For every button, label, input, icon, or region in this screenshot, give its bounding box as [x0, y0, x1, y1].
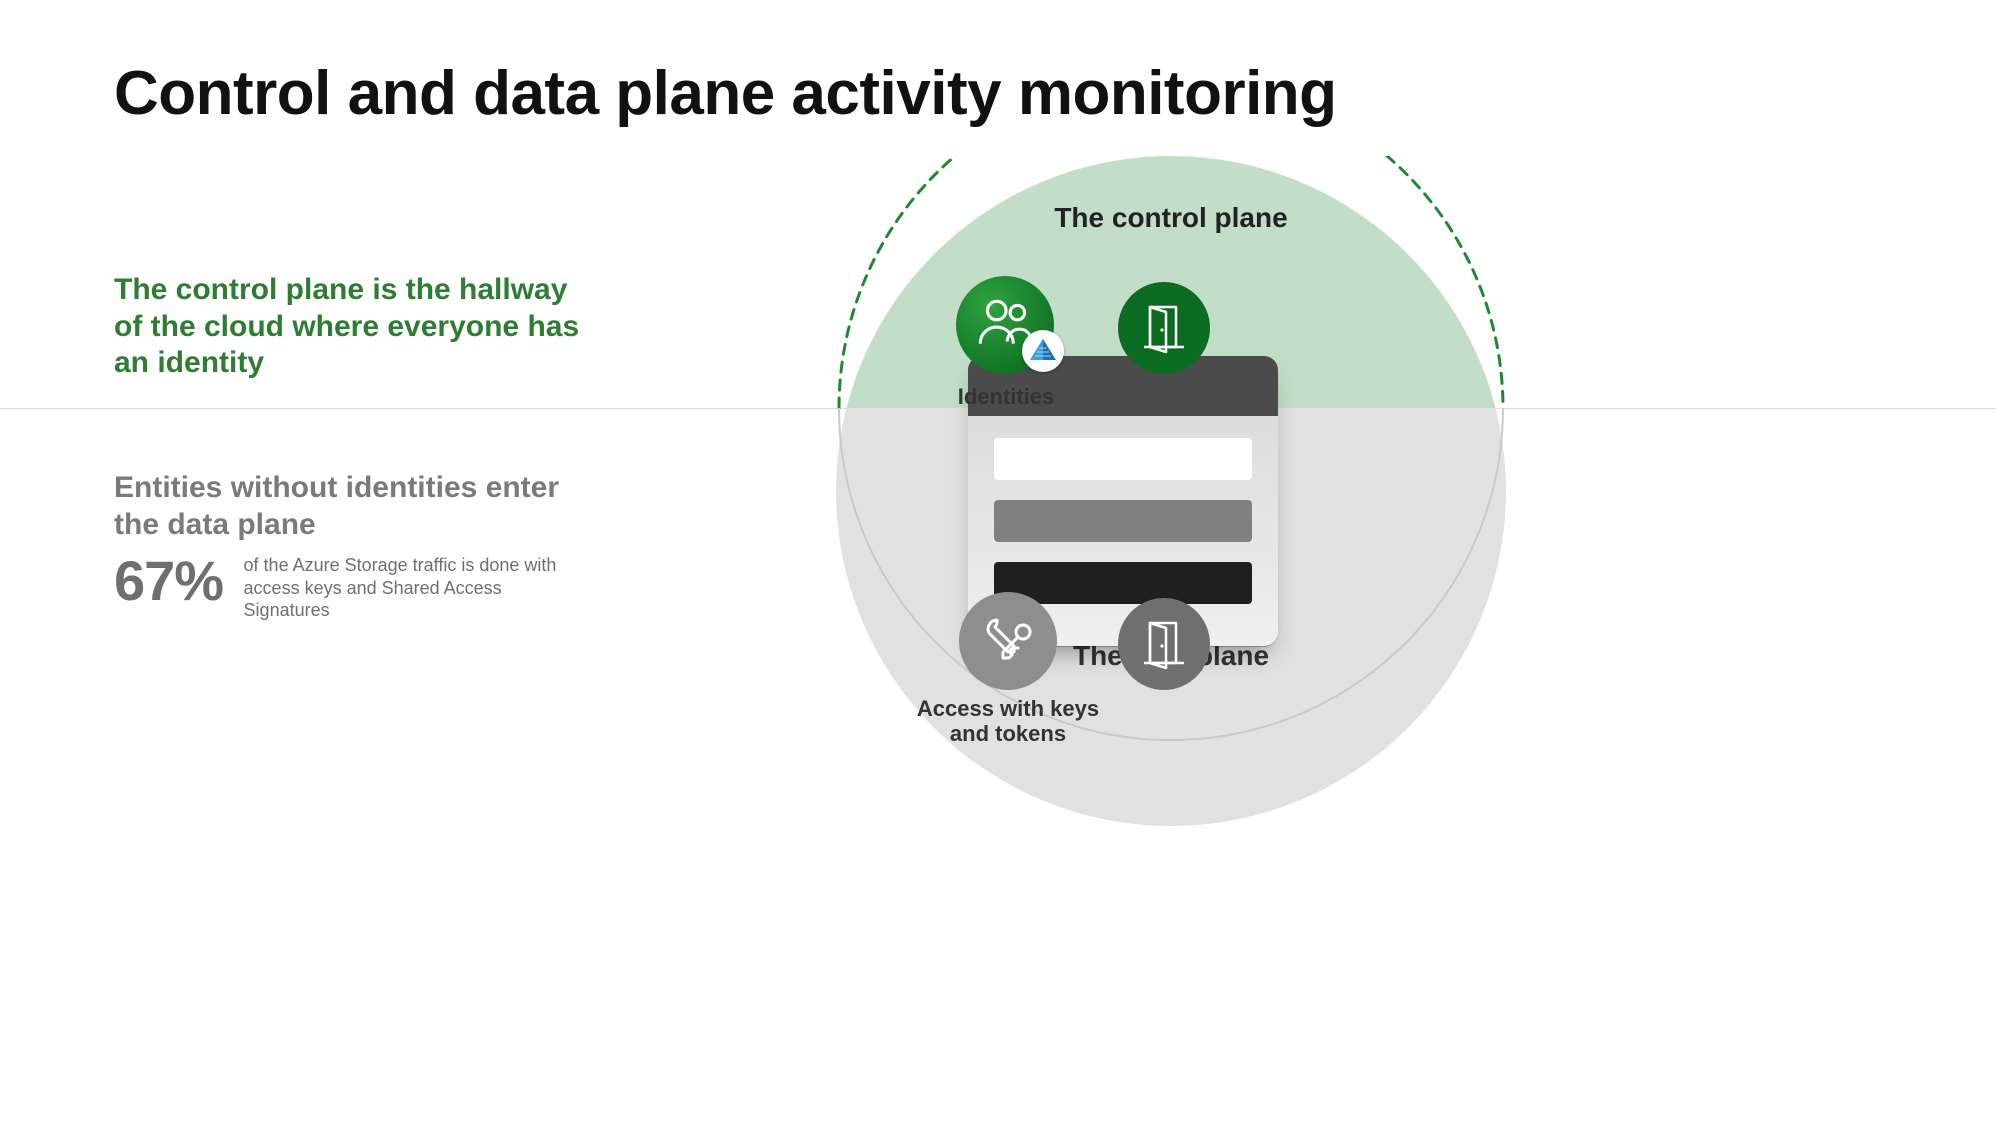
azure-ad-icon — [1022, 330, 1064, 372]
keys-label: Access with keys and tokens — [908, 696, 1108, 747]
resource-card-rows — [968, 416, 1278, 604]
door-icon — [1118, 282, 1210, 374]
page-title: Control and data plane activity monitori… — [114, 58, 1337, 129]
slide: Control and data plane activity monitori… — [0, 0, 1996, 1125]
data-plane-copy: Entities without identities enter the da… — [114, 470, 584, 543]
statistic: 67% of the Azure Storage traffic is done… — [114, 548, 634, 622]
resource-row — [994, 438, 1252, 480]
statistic-percent: 67% — [114, 548, 223, 613]
key-wrench-icon — [959, 592, 1057, 690]
control-plane-copy: The control plane is the hallway of the … — [114, 272, 584, 382]
control-plane-label: The control plane — [836, 202, 1506, 234]
resource-row — [994, 500, 1252, 542]
door-icon — [1118, 598, 1210, 690]
identities-label: Identities — [921, 384, 1091, 410]
statistic-description: of the Azure Storage traffic is done wit… — [244, 554, 564, 622]
